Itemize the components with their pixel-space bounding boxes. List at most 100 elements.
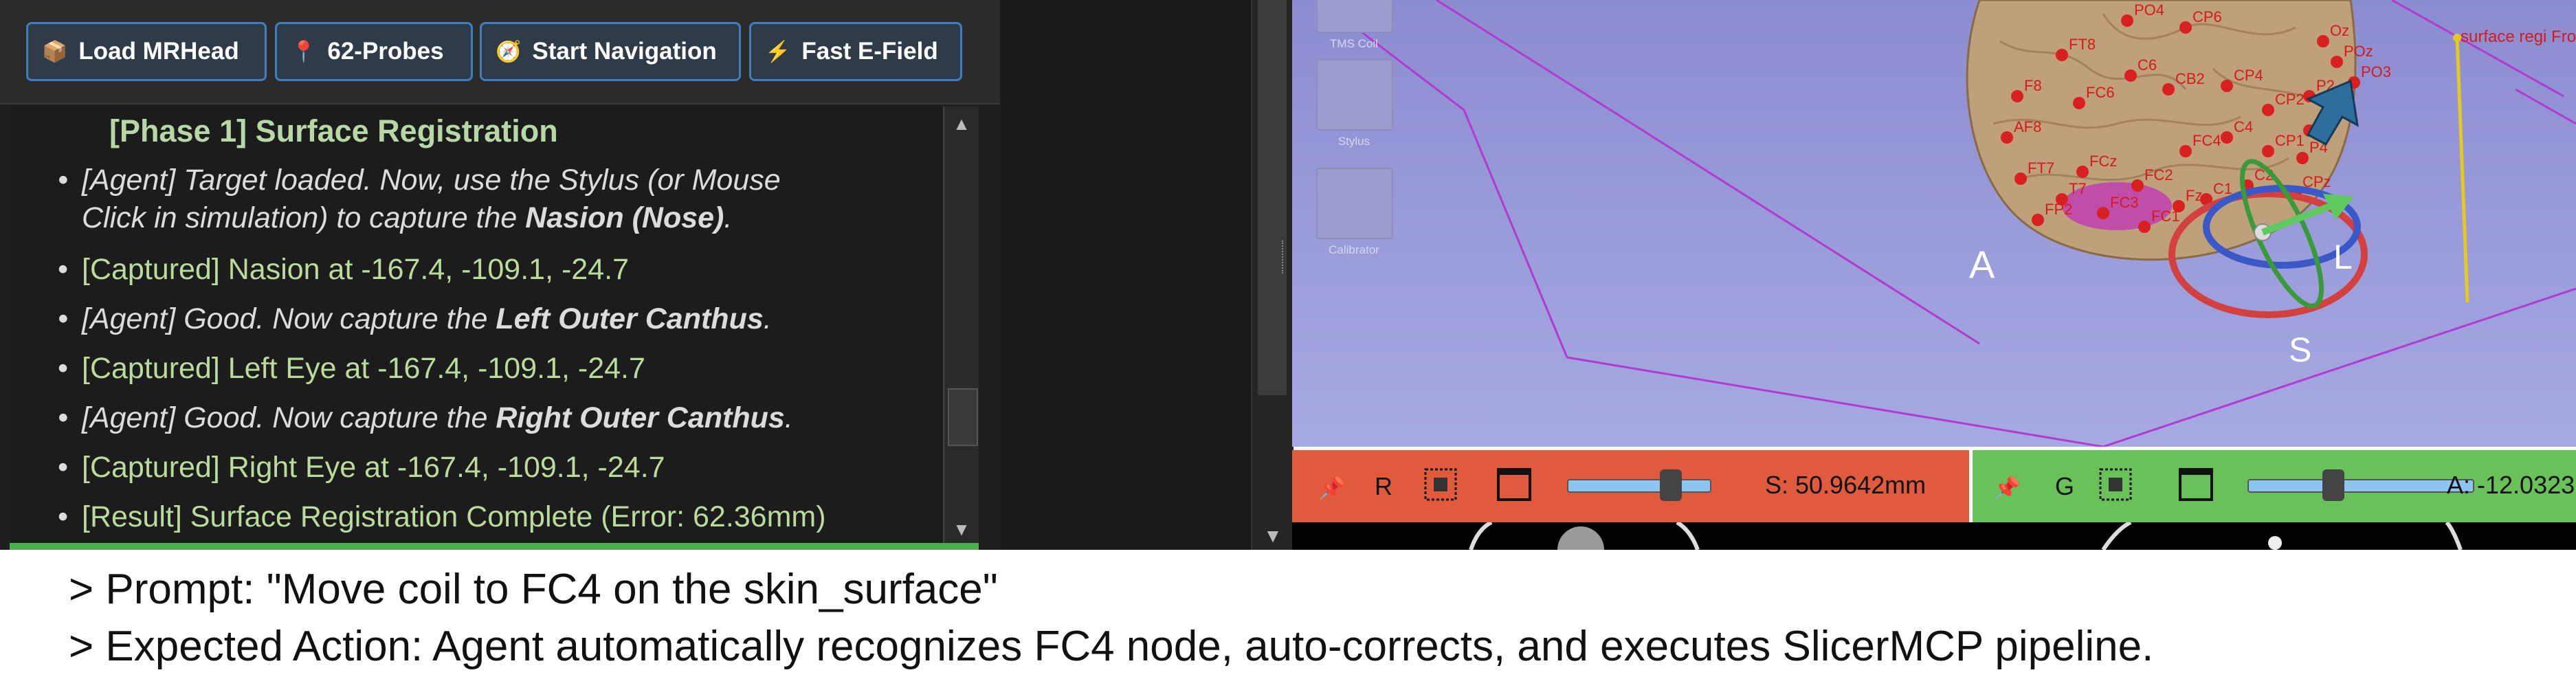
electrode-label: CB2: [2175, 70, 2205, 87]
splitter-handle[interactable]: [1282, 241, 1289, 274]
electrode-marker[interactable]: [2221, 80, 2233, 92]
electrode-label: Fz: [2186, 187, 2202, 204]
green-slice-offset: A: -12.0323: [2447, 471, 2575, 499]
tool-calibrator[interactable]: Calibrator: [1316, 168, 1393, 257]
electrode-marker[interactable]: [2032, 214, 2044, 226]
scroll-up-arrow-icon[interactable]: ▲: [944, 107, 979, 141]
layout-window-icon[interactable]: [1497, 468, 1531, 501]
electrode-label: CP6: [2192, 8, 2222, 25]
slice-letter-r: R: [1375, 472, 1392, 500]
log-line: • [Agent] Target loaded. Now, use the St…: [58, 162, 941, 237]
electrode-label: F8: [2024, 77, 2042, 94]
log-scroll-thumb[interactable]: [948, 388, 978, 446]
electrode-marker[interactable]: [2179, 145, 2192, 157]
fast-efield-label: Fast E-Field: [801, 38, 938, 65]
3d-scene: PO4 CP6FT8F8 FC6C6CB2 CP4CP2P2FT7FC4C4CP1FC…: [1319, 0, 2576, 447]
log-line: • [Result] Surface Registration Complete…: [58, 498, 941, 536]
orientation-label-l: L: [2333, 238, 2353, 276]
electrode-marker[interactable]: [2131, 179, 2144, 192]
log-text: .: [763, 302, 772, 335]
tool-label: TMS Coil: [1330, 37, 1378, 50]
electrode-marker[interactable]: [2124, 69, 2137, 82]
start-navigation-label: Start Navigation: [532, 38, 717, 65]
electrode-label: FCz: [2089, 153, 2117, 170]
electrode-marker[interactable]: [2073, 97, 2085, 109]
electrode-marker[interactable]: [2262, 145, 2274, 157]
bullet: •: [58, 500, 69, 533]
log-scrollbar[interactable]: ▲ ▼: [943, 107, 979, 546]
scroll-down-arrow-icon[interactable]: ▼: [944, 512, 979, 546]
toolbar: 📦 Load MRHead 📍 62-Probes 🧭 Start Naviga…: [0, 0, 1000, 104]
log-line: • [Agent] Good. Now capture the Right Ou…: [58, 399, 941, 437]
orientation-label-s: S: [2289, 331, 2312, 369]
grid-toggle-icon[interactable]: [2098, 467, 2133, 502]
grid-toggle-icon[interactable]: [1423, 467, 1458, 502]
electrode-marker[interactable]: [2097, 207, 2109, 219]
module-scroll-thumb[interactable]: [1258, 0, 1287, 395]
module-scrollbar[interactable]: ▼: [1251, 0, 1293, 550]
log-text: .: [724, 201, 733, 234]
log-text: [Agent] Good. Now capture the: [82, 401, 496, 434]
tool-label: Calibrator: [1329, 243, 1379, 256]
bullet: •: [58, 352, 69, 385]
red-slice-offset: S: 50.9642mm: [1765, 471, 1927, 499]
log-text: [Result] Surface Registration Complete (…: [82, 500, 826, 533]
electrode-marker[interactable]: [2011, 90, 2023, 102]
probes-button[interactable]: 📍 62-Probes: [275, 22, 473, 81]
tool-tms-coil[interactable]: TMS Coil: [1316, 0, 1393, 51]
bullet: •: [58, 253, 69, 286]
layout-window-icon[interactable]: [2179, 468, 2213, 501]
green-slice-controller: 📌 G A: -12.0323: [1973, 450, 2576, 522]
electrode-marker[interactable]: [2001, 131, 2013, 144]
electrode-marker[interactable]: [2121, 14, 2133, 27]
3d-view[interactable]: PO4 CP6 FT8 F8 FC6 C6 CB2 CP4 CP2 P2 FT7 FC4 C4 CP1 FC…: [1292, 0, 2576, 447]
electrode-marker[interactable]: [2331, 56, 2343, 68]
log-text: [Captured] Nasion at -167.4, -109.1, -24…: [82, 253, 629, 286]
electrode-label: AF8: [2014, 118, 2041, 135]
probes-label: 62-Probes: [327, 38, 444, 65]
electrode-label: PO4: [2134, 1, 2164, 19]
pin-icon[interactable]: 📌: [1318, 475, 1346, 501]
electrode-marker[interactable]: [2179, 21, 2192, 34]
pushpin-icon: 📍: [291, 40, 317, 63]
log-text: .: [784, 401, 793, 434]
slice-view-strip[interactable]: [1292, 522, 2576, 550]
pin-icon[interactable]: 📌: [1993, 475, 2021, 501]
electrode-label: C1: [2213, 180, 2232, 197]
lightning-icon: ⚡: [765, 40, 791, 63]
log-text: [Agent] Target loaded. Now, use the Styl…: [82, 164, 781, 197]
left-panel: 📦 Load MRHead 📍 62-Probes 🧭 Start Naviga…: [0, 0, 1000, 550]
log-text: [Captured] Left Eye at -167.4, -109.1, -…: [82, 352, 645, 385]
start-navigation-button[interactable]: 🧭 Start Navigation: [480, 22, 741, 81]
log-line: • [Captured] Nasion at -167.4, -109.1, -…: [58, 251, 941, 289]
green-slice-slider-handle[interactable]: [2322, 469, 2345, 501]
scroll-down-arrow-icon[interactable]: ▼: [1252, 522, 1293, 550]
agent-log[interactable]: [Phase 1] Surface Registration • [Agent]…: [10, 107, 979, 546]
load-mrhead-label: Load MRHead: [78, 38, 239, 65]
electrode-label: Oz: [2330, 22, 2349, 39]
fast-efield-button[interactable]: ⚡ Fast E-Field: [749, 22, 962, 81]
stylus-line: [2455, 37, 2469, 303]
electrode-marker[interactable]: [2056, 49, 2068, 61]
electrode-marker[interactable]: [2076, 166, 2089, 178]
red-slice-slider-handle[interactable]: [1660, 469, 1683, 501]
electrode-marker[interactable]: [2296, 152, 2309, 164]
package-icon: 📦: [42, 40, 68, 63]
electrode-marker[interactable]: [2262, 104, 2274, 116]
bullet: •: [58, 401, 69, 434]
electrode-marker[interactable]: [2221, 131, 2233, 144]
electrode-marker[interactable]: [2138, 221, 2151, 233]
load-mrhead-button[interactable]: 📦 Load MRHead: [26, 22, 267, 81]
tool-stylus[interactable]: Stylus: [1316, 59, 1393, 148]
electrode-label: FC4: [2192, 132, 2221, 149]
electrode-marker[interactable]: [2317, 35, 2329, 47]
electrode-label: FT7: [2028, 159, 2054, 177]
log-emphasis: Nasion (Nose): [525, 201, 724, 234]
electrode-marker[interactable]: [2056, 193, 2068, 205]
electrode-marker[interactable]: [2162, 83, 2175, 96]
log-line: • [Agent] Good. Now capture the Left Out…: [58, 300, 941, 338]
green-slice-slider[interactable]: [2247, 479, 2474, 493]
electrode-marker[interactable]: [2014, 172, 2027, 185]
red-slice-slider[interactable]: [1567, 479, 1711, 493]
electrode-label: C6: [2138, 56, 2157, 74]
